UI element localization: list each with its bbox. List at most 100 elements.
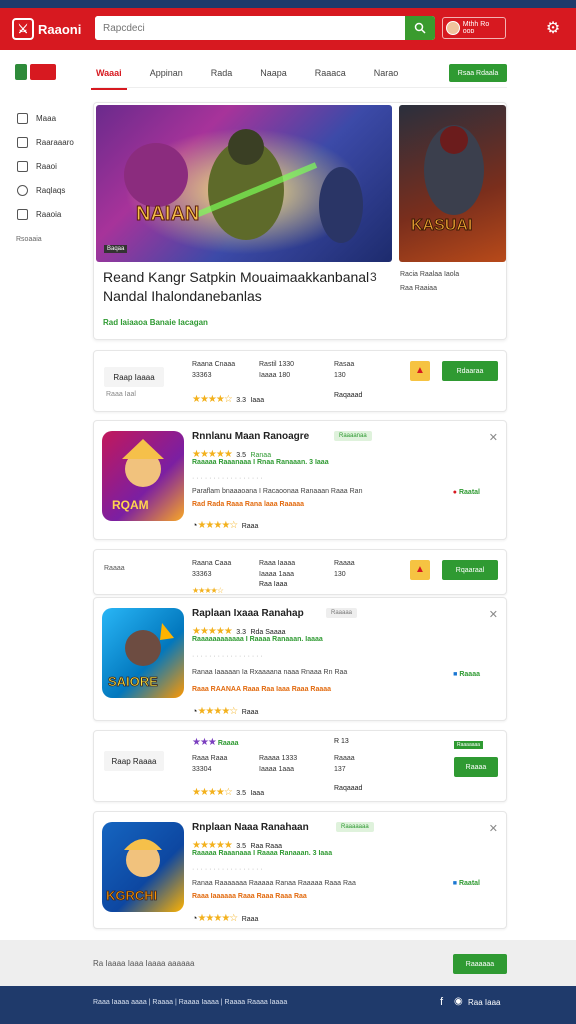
tab-action-button[interactable]: Rsaa Rdaala <box>449 64 507 82</box>
side-banner[interactable]: KASUAI <box>399 105 506 262</box>
game-tag: Raaaanaa <box>334 431 372 441</box>
stat-value: Rasaa <box>334 361 355 368</box>
featured-banner[interactable]: NAIAN Baqaa <box>96 105 392 262</box>
svg-text:NAIAN: NAIAN <box>136 203 199 225</box>
featured-subtitle[interactable]: Rad Iaiaaoa Banaie Iacagan <box>103 318 208 327</box>
tab-bar: Waaai Appinan Rada Naapa Raaaca Narao Rs… <box>91 58 507 90</box>
game-card-3[interactable]: KGRCHI Rnplaan Naaa Ranahaan Raaaaaaa ✕ … <box>93 811 507 929</box>
tab-5[interactable]: Narao <box>371 63 402 83</box>
tab-0[interactable]: Waaai <box>91 63 127 90</box>
sidebar-item-grid[interactable]: Raaraaaro <box>17 130 84 154</box>
top-rating-row: ★★★ Raaaa <box>192 737 239 748</box>
stat-value: 33304 <box>192 766 212 773</box>
stat-value: 137 <box>334 766 346 773</box>
banner-art: NAIAN <box>96 105 392 262</box>
warning-icon[interactable]: ▲ <box>410 560 430 580</box>
stat-value: Raaa Raaa <box>192 755 228 762</box>
stats-top-badge: Raaaaaaa <box>454 741 484 749</box>
stat-value: Raaaa <box>334 560 355 567</box>
globe-icon[interactable]: ◉ <box>454 996 463 1007</box>
app-logo[interactable]: ⚔ Raaoni <box>12 18 94 40</box>
close-icon[interactable]: ✕ <box>489 822 498 835</box>
stats-col-3: Rasaa 130 <box>334 359 354 381</box>
shield-logo-icon: ⚔ <box>12 18 34 40</box>
facebook-icon[interactable]: f <box>440 996 443 1008</box>
rating-text: Raaa <box>241 709 259 716</box>
search-input[interactable] <box>95 16 405 40</box>
game-line-2: Ranaa Raaaaaaa Raaaaa Ranaa Raaaaa Raaa … <box>192 880 356 887</box>
close-icon[interactable]: ✕ <box>489 608 498 621</box>
stat-value: Raaa Iaaaa <box>259 560 296 567</box>
stats-card-3: Raap Raaaa ★★★ Raaaa R 13 Raaa Raaa 33304… <box>93 730 507 802</box>
sidebar-footer[interactable]: Rsoaaia <box>16 236 84 243</box>
game-title[interactable]: Raplaan Ixaaa Ranahap <box>192 608 304 619</box>
close-icon[interactable]: ✕ <box>489 431 498 444</box>
star-rating-icon: ★★★★☆ <box>192 586 224 595</box>
game-card-2[interactable]: SAIORE Raplaan Ixaaa Ranahap Raaaaa ✕ ★★… <box>93 597 507 721</box>
game-icon-1[interactable]: RQAM <box>102 431 184 521</box>
stat-value: Raaaa 1333 <box>259 755 298 762</box>
bottom-rating-row: ◔★★★★☆ Raaa <box>192 515 258 533</box>
bottom-rating-row: ◔★★★★☆ Raaa <box>192 701 258 719</box>
featured-title-line1: Reand Kangr Satpkin Mouaimaakkanbanal <box>103 269 370 285</box>
tab-1[interactable]: Appinan <box>147 63 186 83</box>
sidebar-item-book[interactable]: Raaoi <box>17 154 84 178</box>
stat-value: 130 <box>334 372 346 379</box>
game-side-link[interactable]: ■ Raaaa <box>453 671 480 678</box>
search-button[interactable] <box>405 16 435 40</box>
game-side-link[interactable]: ● Raatal <box>453 489 480 496</box>
svg-text:KASUAI: KASUAI <box>411 217 472 234</box>
stat-value: Raana Cnaaa <box>192 361 236 368</box>
warning-icon[interactable]: ▲ <box>410 361 430 381</box>
footer-links[interactable]: Raaa Iaaaa aaaa | Raaaa | Raaaa Iaaaa | … <box>93 999 287 1006</box>
stat-value: 33363 <box>192 571 212 578</box>
rating-text: Iaaa <box>250 397 265 404</box>
stats-action-button[interactable]: Rdaaraa <box>442 361 498 381</box>
game-line-2: Ranaa Iaaaaan Ia Rxaaaana naaa Rnaaa Rn … <box>192 669 348 676</box>
featured-card[interactable]: NAIAN Baqaa KASUAI Reand Kangr Satpkin M… <box>93 102 507 340</box>
tab-4[interactable]: Raaaca <box>312 63 349 83</box>
sidebar-item-chat[interactable]: Raaoia <box>17 202 84 226</box>
game-title[interactable]: Rnplaan Naaa Ranahaan <box>192 822 309 833</box>
user-menu[interactable]: Mthh Rᴏ ᴏᴏᴅ <box>442 17 506 39</box>
tab-2[interactable]: Rada <box>208 63 236 83</box>
game-line-3: Raaa RAANAA Raaa Raa Iaaa Raaa Raaaa <box>192 686 332 693</box>
stats-action-button[interactable]: Raaaa <box>454 757 498 777</box>
game-card-1[interactable]: RQAM Rnnlanu Maan Ranoagre Raaaanaa ✕ ★★… <box>93 420 507 540</box>
sidebar: Maaa Raaraaaro Raaoi Raqlaqs Raaoia Rsoa… <box>0 50 84 243</box>
bottom-bar: Raaa Iaaaa aaaa | Raaaa | Raaaa Iaaaa | … <box>0 986 576 1024</box>
rating-row: ★★★★☆ 3.5 Iaaa <box>192 782 264 800</box>
game-title[interactable]: Rnnlanu Maan Ranoagre <box>192 431 309 442</box>
tab-3[interactable]: Naapa <box>257 63 290 83</box>
stat-value: Raaaa <box>334 755 355 762</box>
rating-text: Rda Saaaa <box>250 629 286 636</box>
gear-icon[interactable]: ⚙ <box>544 20 562 38</box>
rating-text: Ranaa <box>250 452 272 459</box>
game-icon-3[interactable]: KGRCHI <box>102 822 184 912</box>
sidebar-item-tag[interactable]: Raqlaqs <box>17 178 84 202</box>
chat-icon <box>17 208 28 220</box>
stats-card-2: Raaaa Raana Caaa 33363 Raaa Iaaaa Iaaaa 1a… <box>93 549 507 595</box>
game-icon-2[interactable]: SAIORE <box>102 608 184 698</box>
stats-action-button[interactable]: Rqaaraal <box>442 560 498 580</box>
rating-text: Raaa <box>241 916 259 923</box>
banner-badge: Baqaa <box>104 245 128 253</box>
game-line-3: Raaa Iaaaaaa Raaa Raaa Raaa Raa <box>192 893 307 900</box>
footer-brand: Raa Iaaa <box>468 998 501 1007</box>
game-line-1: Raaaaa Raaanaaa I Raaaa Ranaaan. 3 Iaaa <box>192 850 333 857</box>
stat-value: Iaaaa 1aaa <box>259 571 295 578</box>
sidebar-logo[interactable] <box>15 62 57 82</box>
star-rating-icon: ★★★★☆ <box>197 520 238 531</box>
side-banner-art: KASUAI <box>411 125 484 235</box>
footer-button[interactable]: Raaaaaa <box>453 954 507 974</box>
stats-label: Raaaa <box>104 565 125 572</box>
user-name: Mthh Rᴏ ᴏᴏᴅ <box>462 21 490 35</box>
stats-small: Raaa Iaal <box>106 391 136 398</box>
game-side-link[interactable]: ■ Raatal <box>453 880 480 887</box>
sidebar-item-home[interactable]: Maaa <box>17 106 84 130</box>
flag-green <box>15 64 27 80</box>
featured-title-line2: Nandal Ihalondanebanlas <box>103 288 262 304</box>
stats-col-1: Raaa Raaa 33304 <box>192 753 227 775</box>
stats-label: Raap Iaaaa <box>104 367 164 387</box>
stats-col-3-bottom: Raqaaad <box>334 785 363 792</box>
